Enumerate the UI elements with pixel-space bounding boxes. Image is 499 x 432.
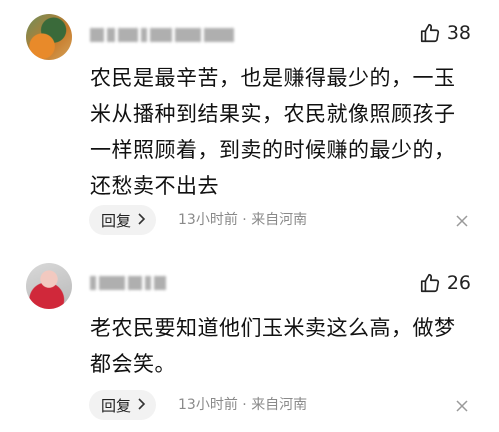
reply-button[interactable]: 回复 xyxy=(89,390,157,420)
comment-time: 13小时前 xyxy=(178,212,238,228)
like-button[interactable]: 38 xyxy=(419,22,471,44)
chevron-right-icon xyxy=(137,211,146,229)
avatar[interactable] xyxy=(26,14,72,60)
comment-location: 来自河南 xyxy=(251,397,308,413)
reply-label: 回复 xyxy=(101,211,132,230)
reply-label: 回复 xyxy=(101,396,132,415)
comment-meta: 13小时前 · 来自河南 xyxy=(178,205,307,235)
avatar[interactable] xyxy=(26,263,72,309)
comment-text: 农民是最辛苦，也是赚得最少的，一玉米从播种到结果实，农民就像照顾孩子一样照顾着，… xyxy=(90,66,456,198)
chevron-right-icon xyxy=(137,396,146,414)
like-button[interactable]: 26 xyxy=(419,272,471,294)
like-count: 26 xyxy=(446,272,471,294)
comment-location: 来自河南 xyxy=(251,212,308,228)
thumbs-up-icon xyxy=(419,272,441,294)
like-count: 38 xyxy=(446,22,471,44)
comment-meta: 13小时前 · 来自河南 xyxy=(178,390,307,420)
comment-time: 13小时前 xyxy=(178,397,238,413)
close-icon[interactable] xyxy=(455,398,469,412)
meta-separator: · xyxy=(242,212,247,228)
close-icon[interactable] xyxy=(455,213,469,227)
comment-text: 老农民要知道他们玉米卖这么高，做梦都会笑。 xyxy=(90,316,456,376)
reply-button[interactable]: 回复 xyxy=(89,205,157,235)
meta-separator: · xyxy=(242,397,247,413)
username-blurred[interactable] xyxy=(90,24,237,42)
thumbs-up-icon xyxy=(419,22,441,44)
username-blurred[interactable] xyxy=(90,272,169,290)
